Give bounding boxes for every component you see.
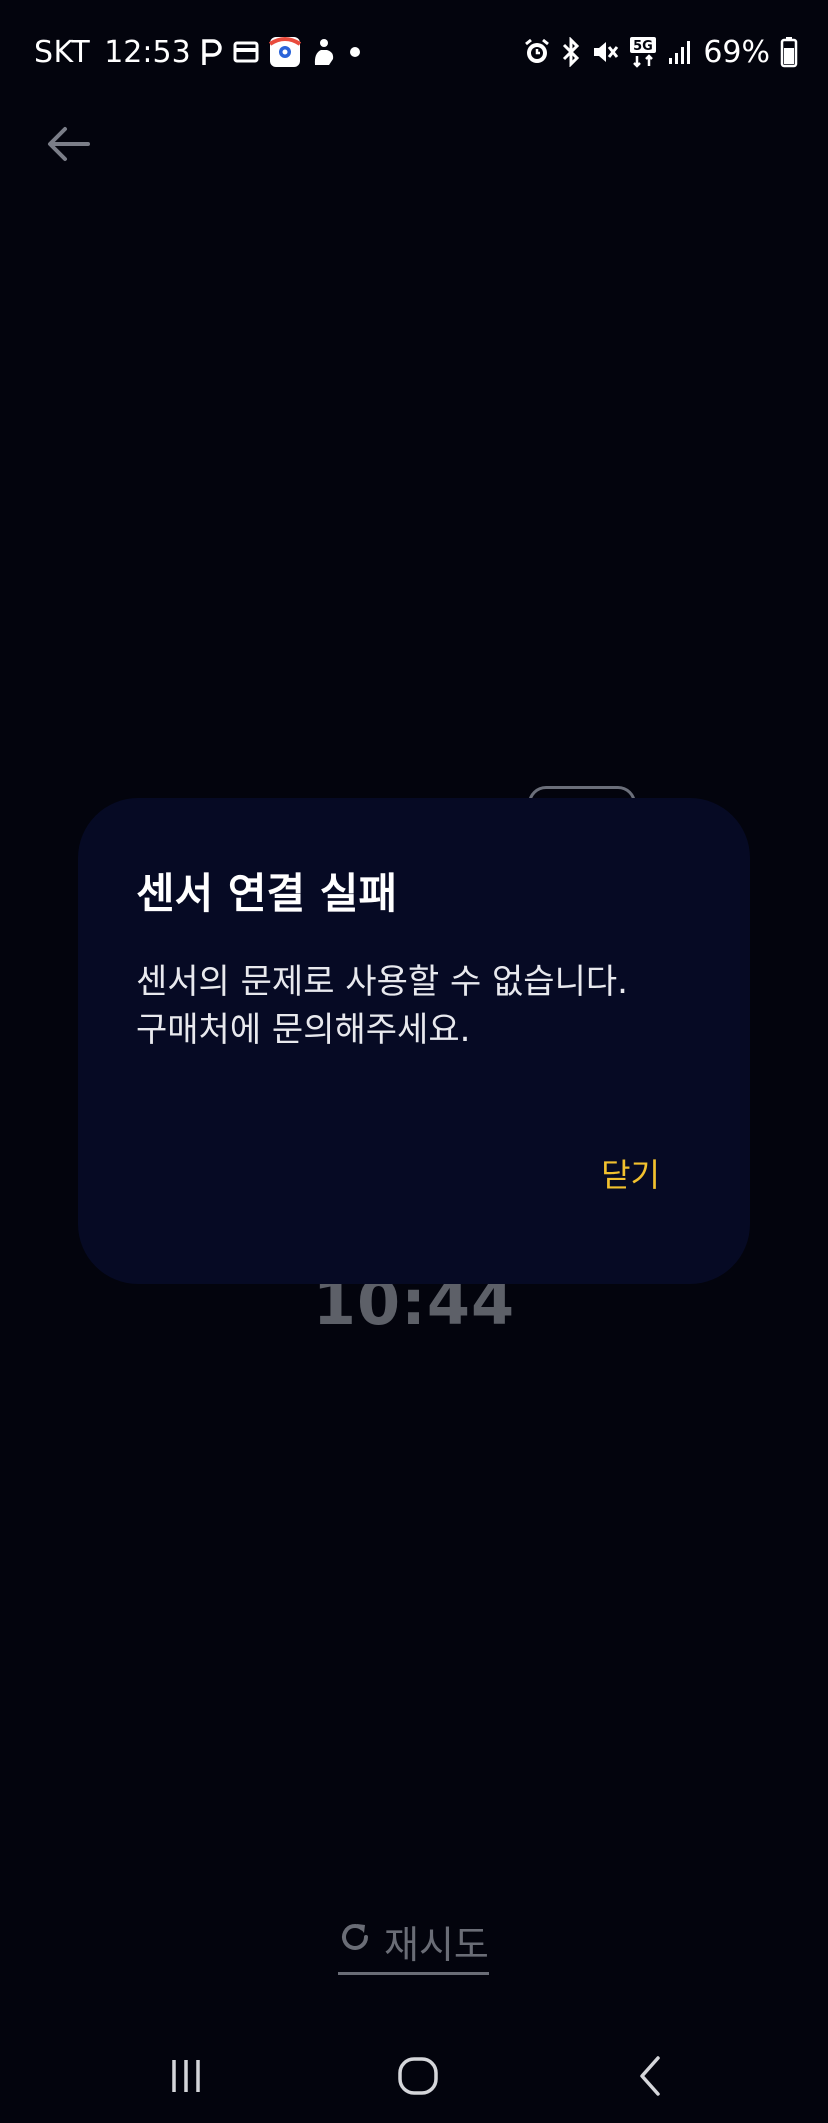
navigation-bar	[0, 2030, 828, 2123]
svg-text:5G: 5G	[633, 39, 653, 54]
screen: SKT 12:53 5G 69% 10:44 센서 연결 실패 센서의 문제로 …	[0, 0, 828, 2123]
dialog-message: 센서의 문제로 사용할 수 없습니다. 구매처에 문의해주세요.	[136, 958, 706, 1054]
back-nav-icon	[636, 2055, 664, 2101]
status-right: 5G 69%	[523, 30, 798, 74]
dialog-message-line2: 구매처에 문의해주세요.	[136, 1010, 471, 1050]
back-button[interactable]	[40, 118, 96, 174]
error-dialog: 센서 연결 실패 센서의 문제로 사용할 수 없습니다. 구매처에 문의해주세요…	[78, 798, 750, 1284]
dialog-title: 센서 연결 실패	[136, 869, 398, 918]
close-button[interactable]: 닫기	[601, 1150, 660, 1196]
battery-percent: 69%	[703, 34, 770, 70]
status-left: SKT 12:53	[34, 30, 363, 74]
hand-icon	[311, 37, 337, 67]
retry-button[interactable]: 재시도	[338, 1914, 489, 1975]
5g-icon: 5G	[629, 36, 657, 68]
carrier-label: SKT	[34, 34, 91, 70]
arrow-left-icon	[46, 126, 90, 166]
status-time: 12:53	[104, 34, 191, 70]
home-button[interactable]	[386, 2046, 450, 2110]
home-icon	[397, 2056, 439, 2100]
bluetooth-icon	[561, 37, 581, 67]
battery-icon	[780, 36, 798, 68]
recent-apps-button[interactable]	[154, 2046, 218, 2110]
retry-label: 재시도	[384, 1922, 489, 1967]
dot-icon	[347, 44, 363, 60]
recent-apps-icon	[166, 2058, 206, 2098]
back-nav-button[interactable]	[618, 2046, 682, 2110]
status-bar: SKT 12:53 5G 69%	[0, 0, 828, 104]
mute-icon	[591, 38, 619, 66]
map-app-icon	[268, 36, 301, 68]
p-icon	[201, 37, 223, 67]
alarm-icon	[523, 38, 551, 66]
refresh-icon	[338, 1919, 372, 1963]
signal-icon	[667, 38, 693, 66]
dialog-message-line1: 센서의 문제로 사용할 수 없습니다.	[136, 962, 628, 1002]
card-icon	[233, 41, 259, 63]
